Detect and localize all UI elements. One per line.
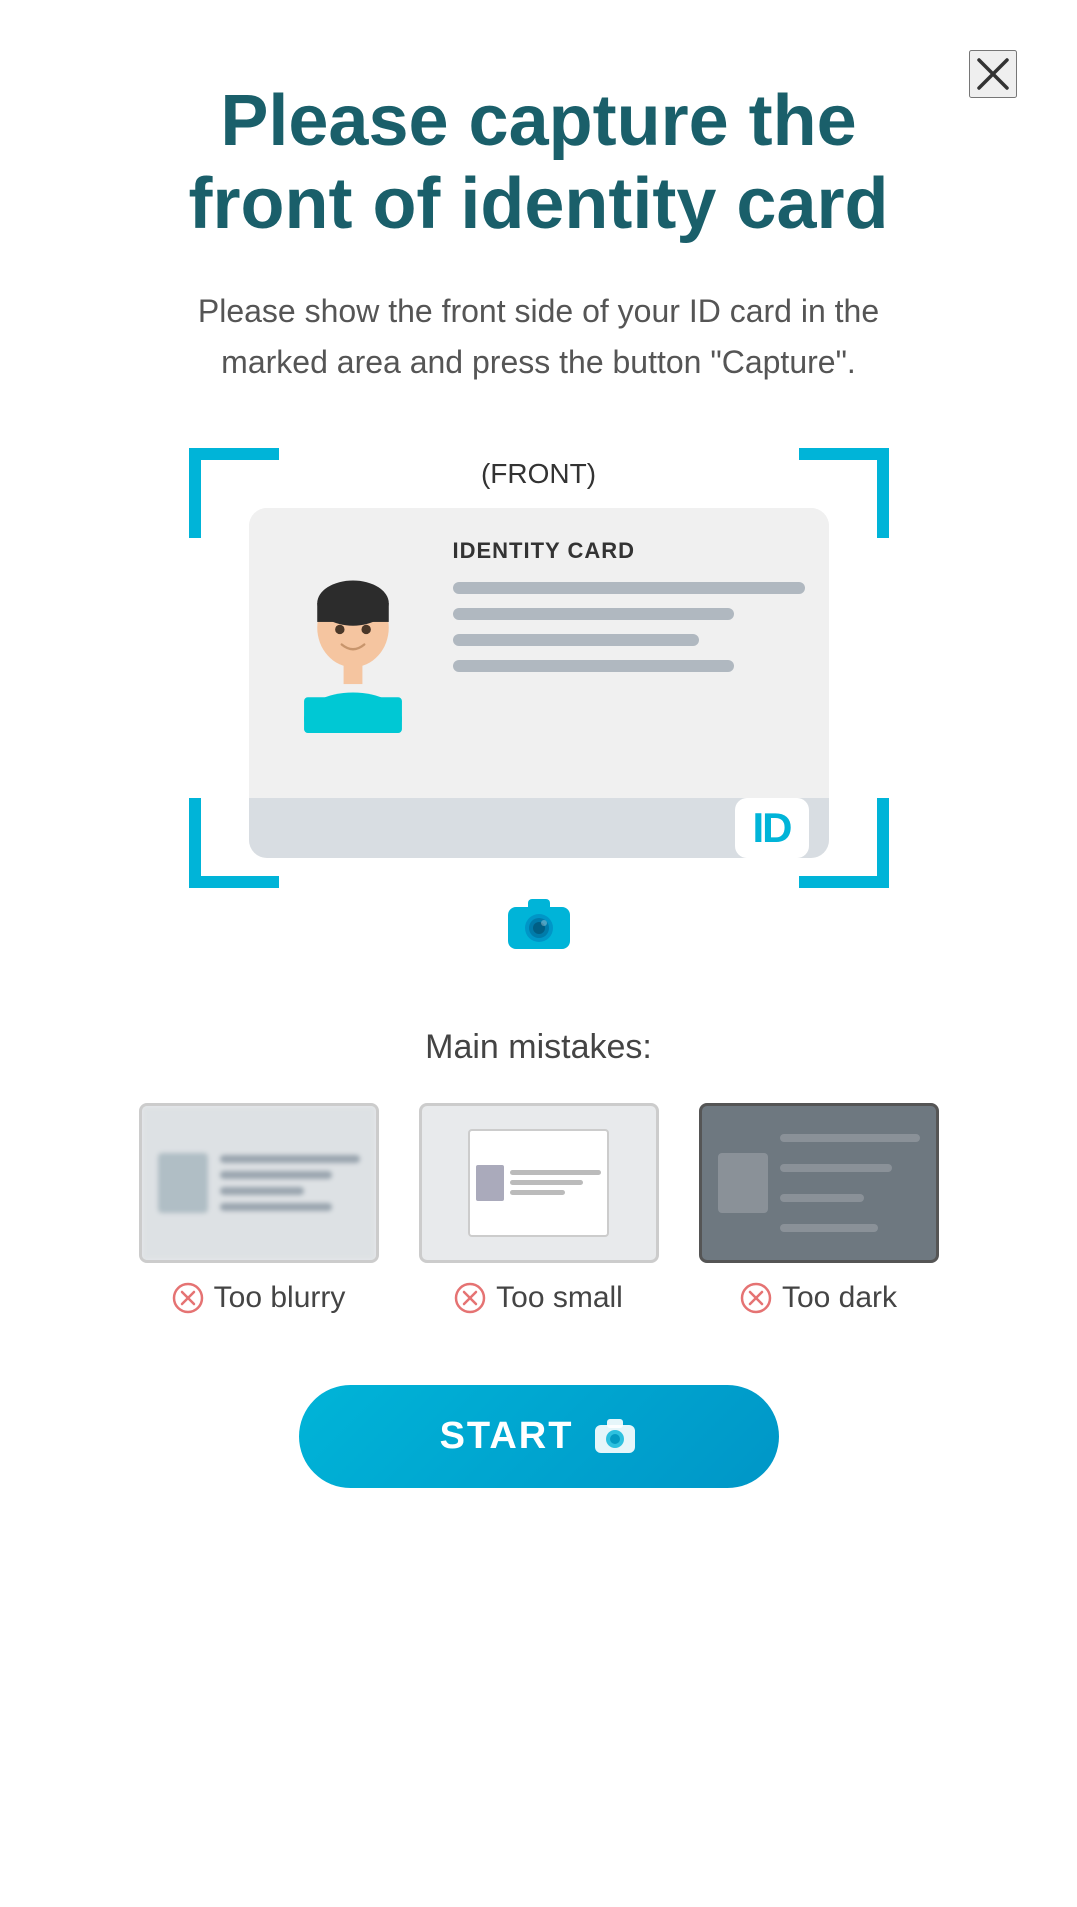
- camera-icon: [504, 893, 574, 953]
- blurry-lines: [220, 1155, 360, 1211]
- blurry-photo-area: [158, 1153, 208, 1213]
- start-button[interactable]: START: [299, 1385, 779, 1488]
- error-icon-dark: [740, 1282, 772, 1314]
- mistakes-section: Main mistakes:: [80, 1028, 997, 1355]
- blurry-label: Too blurry: [172, 1281, 346, 1315]
- mistakes-grid: Too blurry: [139, 1103, 939, 1315]
- id-line-4: [453, 660, 735, 672]
- page-subtitle: Please show the front side of your ID ca…: [159, 286, 919, 388]
- small-label-text: Too small: [496, 1281, 623, 1315]
- page-container: Please capture the front of identity car…: [0, 0, 1077, 1907]
- mistake-dark: Too dark: [699, 1103, 939, 1315]
- id-badge: ID: [735, 798, 809, 858]
- start-camera-icon: [593, 1417, 637, 1455]
- mistake-card-blurry: [139, 1103, 379, 1263]
- dark-lines: [780, 1134, 920, 1232]
- error-icon-blurry: [172, 1282, 204, 1314]
- id-card-info: IDENTITY CARD: [453, 528, 805, 778]
- close-button[interactable]: [969, 50, 1017, 98]
- id-card-illustration: IDENTITY CARD ID: [249, 508, 829, 858]
- blurry-label-text: Too blurry: [214, 1281, 346, 1315]
- front-label: (FRONT): [481, 458, 596, 490]
- mistake-card-dark: [699, 1103, 939, 1263]
- small-card-inner: [468, 1129, 608, 1237]
- id-line-3: [453, 634, 699, 646]
- start-button-label: START: [440, 1415, 574, 1458]
- small-label: Too small: [454, 1281, 623, 1315]
- mistakes-title: Main mistakes:: [425, 1028, 652, 1067]
- id-card-title-text: IDENTITY CARD: [453, 538, 805, 564]
- id-line-2: [453, 608, 735, 620]
- person-illustration: [283, 573, 423, 733]
- dark-label: Too dark: [740, 1281, 897, 1315]
- mistake-small: Too small: [419, 1103, 659, 1315]
- id-card-bottom-bar: ID: [249, 798, 829, 858]
- id-badge-text: ID: [753, 804, 791, 852]
- scanner-area: (FRONT): [189, 448, 889, 968]
- id-card-photo-area: [273, 528, 433, 778]
- mistake-blurry: Too blurry: [139, 1103, 379, 1315]
- close-icon: [975, 56, 1011, 92]
- mistake-card-small: [419, 1103, 659, 1263]
- camera-capture-icon[interactable]: [504, 893, 574, 958]
- error-icon-small: [454, 1282, 486, 1314]
- dark-photo-area: [718, 1153, 768, 1213]
- page-title: Please capture the front of identity car…: [189, 80, 889, 246]
- dark-label-text: Too dark: [782, 1281, 897, 1315]
- id-line-1: [453, 582, 805, 594]
